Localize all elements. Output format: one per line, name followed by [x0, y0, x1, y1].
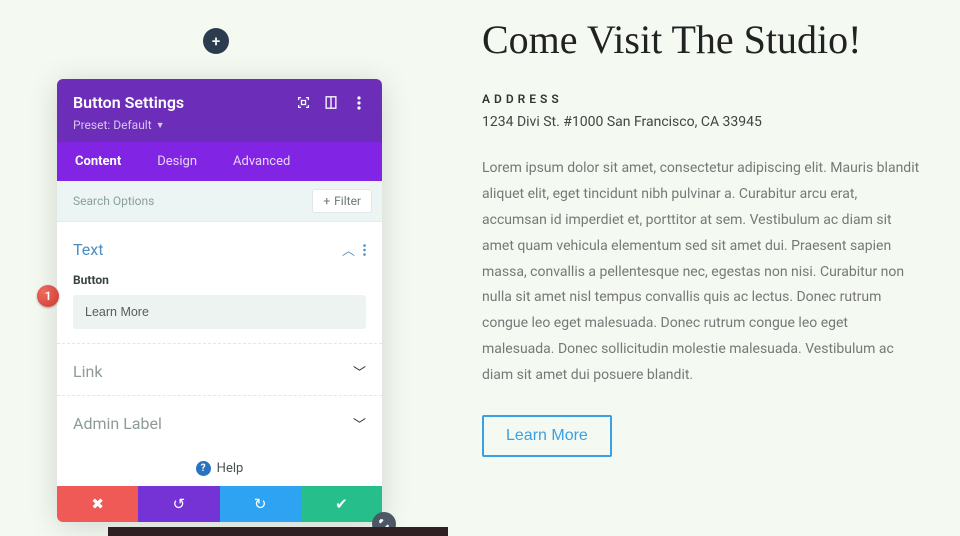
search-options-input[interactable]: Search Options: [67, 194, 312, 208]
search-options-row: Search Options + Filter: [57, 181, 382, 222]
panel-tabs: Content Design Advanced: [57, 142, 382, 181]
button-settings-panel: Button Settings Preset: Default ▼ Conten…: [57, 79, 382, 522]
help-label: Help: [217, 461, 244, 476]
page-heading: Come Visit The Studio!: [482, 18, 922, 62]
undo-icon: ↺: [173, 495, 186, 513]
section-text: Text ︿ Button: [57, 222, 382, 344]
chevron-down-icon: ﹀: [353, 362, 366, 381]
section-link-header[interactable]: Link ﹀: [73, 362, 366, 381]
section-admin-title: Admin Label: [73, 414, 353, 433]
panel-title: Button Settings: [73, 93, 296, 112]
kebab-icon[interactable]: [352, 96, 366, 110]
redo-button[interactable]: ↻: [220, 486, 301, 522]
section-admin-header[interactable]: Admin Label ﹀: [73, 414, 366, 433]
redo-icon: ↻: [254, 495, 267, 513]
section-admin-label: Admin Label ﹀: [57, 396, 382, 447]
panel-header-icons: [296, 96, 366, 110]
panel-header: Button Settings Preset: Default ▼: [57, 79, 382, 142]
page-content: Come Visit The Studio! ADDRESS 1234 Divi…: [482, 18, 922, 457]
chevron-up-icon: ︿: [342, 240, 355, 259]
help-icon: ?: [196, 461, 211, 476]
panel-action-bar: ✖ ↺ ↻ ✔: [57, 486, 382, 522]
section-link: Link ﹀: [57, 344, 382, 396]
filter-button[interactable]: + Filter: [312, 189, 372, 213]
address-text: 1234 Divi St. #1000 San Francisco, CA 33…: [482, 114, 922, 130]
page-body-text: Lorem ipsum dolor sit amet, consectetur …: [482, 156, 922, 389]
preset-label: Preset: Default: [73, 118, 152, 132]
add-module-button[interactable]: +: [203, 28, 229, 54]
close-icon: ✖: [91, 495, 104, 513]
button-field-label: Button: [73, 273, 366, 287]
address-label: ADDRESS: [482, 92, 922, 106]
section-text-title: Text: [73, 240, 342, 259]
button-text-input[interactable]: [73, 295, 366, 329]
plus-icon: +: [323, 194, 330, 208]
save-button[interactable]: ✔: [301, 486, 382, 522]
section-link-title: Link: [73, 362, 353, 381]
chevron-down-icon: ﹀: [353, 414, 366, 433]
filter-label: Filter: [334, 194, 361, 208]
check-icon: ✔: [335, 495, 348, 513]
bottom-image-strip: [108, 527, 448, 536]
learn-more-button[interactable]: Learn More: [482, 415, 612, 457]
snap-icon[interactable]: [324, 96, 338, 110]
tab-content[interactable]: Content: [57, 142, 139, 181]
cancel-button[interactable]: ✖: [57, 486, 138, 522]
step-badge-1: 1: [37, 285, 59, 307]
section-kebab-icon[interactable]: [363, 244, 366, 256]
tab-advanced[interactable]: Advanced: [215, 142, 308, 181]
expand-icon[interactable]: [296, 96, 310, 110]
preset-selector[interactable]: Preset: Default ▼: [73, 118, 366, 132]
help-row[interactable]: ? Help: [57, 447, 382, 486]
chevron-down-icon: ▼: [156, 120, 165, 131]
undo-button[interactable]: ↺: [138, 486, 219, 522]
tab-design[interactable]: Design: [139, 142, 215, 181]
section-text-header[interactable]: Text ︿: [73, 240, 366, 259]
